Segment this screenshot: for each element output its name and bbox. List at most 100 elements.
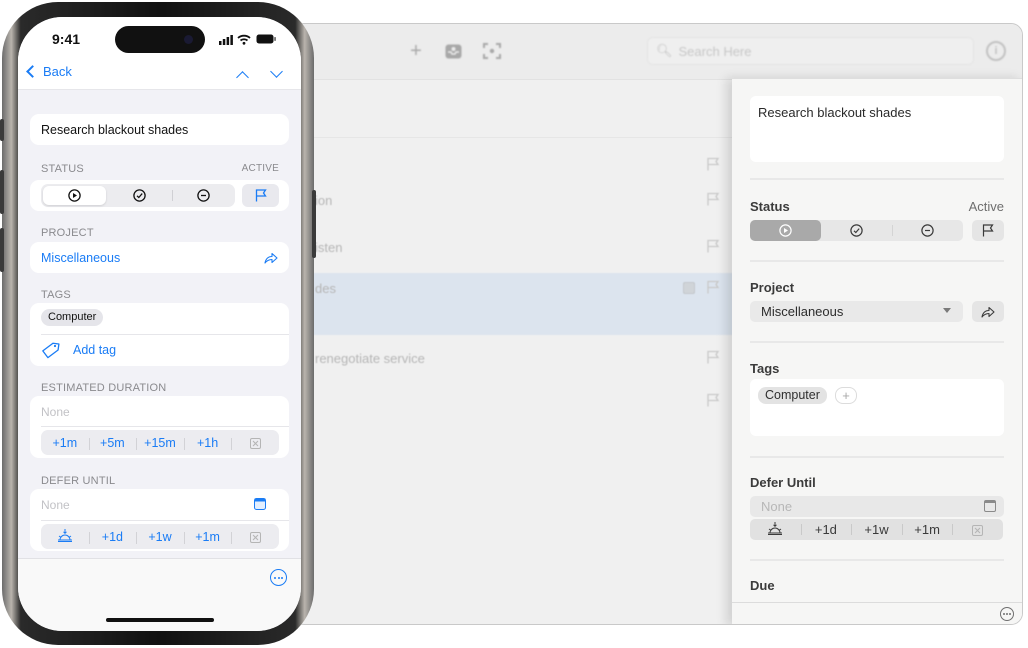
calendar-icon[interactable] [984,500,996,512]
status-active-button[interactable] [43,186,107,205]
task-row[interactable]: ion [293,189,733,237]
status-completed-button[interactable] [108,184,171,207]
defer-plus-1w-button[interactable]: +1w [136,530,184,544]
inspector-footer [732,602,1022,624]
phone-screen: 9:41 Back Research blackout shades STATU… [18,17,301,631]
defer-label: DEFER UNTIL [41,475,116,487]
chevron-down-icon[interactable] [270,65,283,78]
tags-card: Computer Add tag [30,303,289,366]
status-dropped-button[interactable] [892,220,963,241]
mac-toolbar: + 🔍︎ Search Here i [293,24,1022,80]
add-tag-button[interactable]: Add tag [41,341,116,359]
defer-input[interactable]: None [41,498,70,512]
tag-chip[interactable]: Computer [758,387,827,404]
check-circle-icon [850,224,863,237]
mac-window: + 🔍︎ Search Here i ion isten des renegotiat… [292,23,1023,625]
defer-today-button[interactable] [750,521,801,538]
check-circle-icon [133,189,147,202]
duration-plus-1m-button[interactable]: +1m [41,436,89,450]
forward-arrow-icon [981,306,995,318]
signal-icon [219,35,233,45]
clear-icon [249,531,261,543]
status-label: STATUS [41,163,84,175]
defer-plus-1w-button[interactable]: +1w [851,522,902,537]
tag-icon [42,342,60,359]
defer-plus-1m-button[interactable]: +1m [901,522,953,537]
flag-icon[interactable] [706,157,720,171]
divider [41,426,289,427]
duration-card: None +1m +5m +15m +1h [30,396,289,458]
go-to-project-button[interactable] [972,301,1004,322]
defer-date-field[interactable]: None [750,496,1004,517]
defer-heading: Defer Until [750,475,816,490]
status-heading: Status [750,199,790,214]
duration-plus-15m-button[interactable]: +15m [136,436,184,450]
forward-arrow-icon[interactable] [264,252,278,264]
flag-icon[interactable] [706,280,720,294]
defer-clear-button[interactable] [231,530,279,544]
duration-quick-buttons: +1m +5m +15m +1h [41,430,279,455]
home-indicator [106,618,214,622]
tags-heading: Tags [750,361,780,376]
flag-icon[interactable] [706,239,720,253]
project-select[interactable]: Miscellaneous [750,301,963,322]
flag-icon[interactable] [706,192,720,206]
task-row[interactable]: des [293,273,733,335]
battery-icon [256,34,276,44]
chevron-up-icon[interactable] [236,71,249,84]
tags-label: TAGS [41,289,71,301]
dropdown-caret-icon [943,308,951,313]
duration-plus-1h-button[interactable]: +1h [183,436,232,450]
clear-icon [972,525,984,537]
info-icon[interactable]: i [986,41,1006,61]
task-title-field[interactable]: Research blackout shades [750,96,1004,162]
defer-plus-1m-button[interactable]: +1m [183,530,232,544]
flag-button[interactable] [242,184,279,207]
more-options-icon[interactable] [1000,607,1014,621]
add-tag-button[interactable]: + [835,387,857,404]
sunrise-icon [57,528,72,542]
task-title-field[interactable]: Research blackout shades [30,114,289,145]
search-input[interactable]: 🔍︎ Search Here [647,37,974,65]
project-value: Miscellaneous [41,251,121,265]
status-dropped-button[interactable] [171,184,235,207]
task-row[interactable] [293,390,733,438]
flag-button[interactable] [972,220,1004,241]
defer-quick-buttons: +1d +1w +1m [41,524,279,549]
focus-icon[interactable] [482,41,502,61]
divider [750,260,1004,262]
defer-today-button[interactable] [41,528,89,545]
plus-icon[interactable]: + [406,40,426,62]
calendar-icon[interactable] [254,498,266,510]
defer-clear-button[interactable] [952,522,1003,537]
sunrise-icon [768,521,783,535]
divider [750,178,1004,180]
inbox-icon[interactable] [443,41,463,61]
tag-chip[interactable]: Computer [41,309,104,326]
play-circle-icon [779,224,792,237]
divider [41,520,289,521]
tags-field[interactable]: Computer + [750,379,1004,436]
duration-clear-button[interactable] [231,436,279,450]
phone-side-button [0,170,4,214]
phone-side-button [0,228,4,272]
duration-input[interactable]: None [41,405,70,419]
search-icon: 🔍︎ [656,43,673,58]
duration-plus-5m-button[interactable]: +5m [88,436,137,450]
task-row[interactable]: renegotiate service [293,347,733,395]
status-segmented-control [750,220,963,241]
back-button[interactable]: Back [24,64,72,79]
flag-icon[interactable] [706,350,720,364]
more-options-icon[interactable] [270,569,287,586]
divider [750,341,1004,343]
wifi-icon [237,34,251,45]
status-completed-button[interactable] [821,220,892,241]
defer-plus-1d-button[interactable]: +1d [88,530,137,544]
project-label: PROJECT [41,227,94,239]
defer-plus-1d-button[interactable]: +1d [800,522,852,537]
note-icon [683,282,695,294]
status-active-button[interactable] [750,220,821,241]
divider [750,456,1004,458]
project-field[interactable]: Miscellaneous [30,242,289,273]
flag-icon[interactable] [706,393,720,407]
